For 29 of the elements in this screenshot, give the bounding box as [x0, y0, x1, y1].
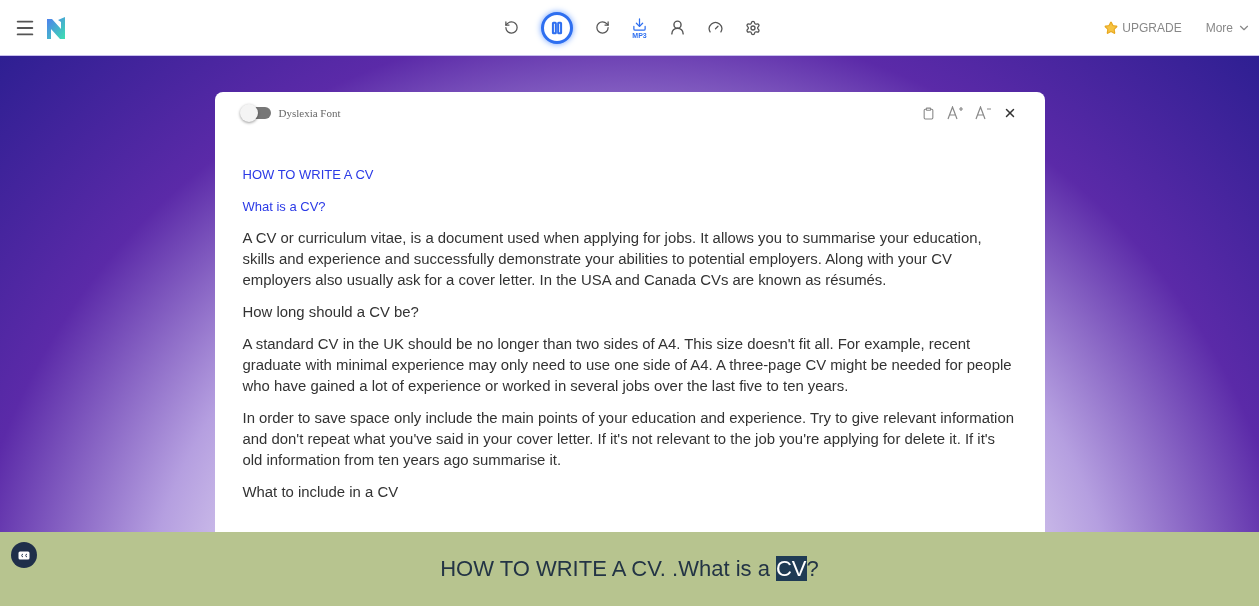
more-menu[interactable]: More	[1205, 20, 1251, 35]
dyslexia-toggle[interactable]	[242, 107, 271, 119]
upgrade-button[interactable]: UPGRADE	[1104, 20, 1182, 35]
captions-button[interactable]	[11, 542, 37, 568]
pause-button[interactable]	[541, 11, 573, 44]
speed-button[interactable]	[708, 20, 723, 35]
article-subtitle: What is a CV?	[242, 198, 327, 216]
download-icon	[632, 16, 647, 32]
caption-text: HOW TO WRITE A CV. .What is a CV?	[440, 556, 819, 582]
article-paragraph: A standard CV in the UK should be no longer than two sides of A4. This size doesn't fit all. For example, recent graduate with minimal experience may only need to use one side of A4. A three-page CV might be needed for people who have gained a lot of experience or worked in several jobs over the last five to ten years.	[242, 335, 1013, 396]
logo-icon	[46, 15, 68, 40]
pause-icon	[550, 20, 564, 35]
font-decrease-icon	[974, 106, 991, 120]
article-paragraph: In order to save space only include the main points of your education and experience. Try to give relevant information and don't repeat what you've said in your cover letter. If it's not relevant to the job you're applying for delete it. If it's old information from ten years ago summarise it.	[242, 409, 1015, 470]
font-increase-icon	[946, 106, 963, 120]
star-icon	[1104, 20, 1119, 35]
article-paragraph: A CV or curriculum vitae, is a document used when applying for jobs. It allows you to summarise your education, skills and experience and successfully demonstrate your abilities to potential employers. Along with your CV employers also usually ask for a cover letter. In the USA and Canada CVs are known as résumés.	[242, 229, 983, 290]
cc-icon	[18, 550, 30, 560]
article-title: HOW TO WRITE A CV	[242, 166, 375, 184]
rewind-button[interactable]	[504, 20, 519, 35]
decrease-font-button[interactable]	[974, 106, 991, 120]
forward-button[interactable]	[595, 20, 610, 35]
settings-button[interactable]	[745, 19, 761, 36]
toggle-label: Dyslexia Font	[278, 107, 341, 119]
article-paragraph: How long should a CV be?	[242, 303, 420, 322]
voice-button[interactable]	[669, 19, 686, 36]
copy-button[interactable]	[921, 106, 935, 120]
increase-font-button[interactable]	[946, 106, 963, 120]
article-paragraph: What to include in a CV	[242, 483, 400, 502]
